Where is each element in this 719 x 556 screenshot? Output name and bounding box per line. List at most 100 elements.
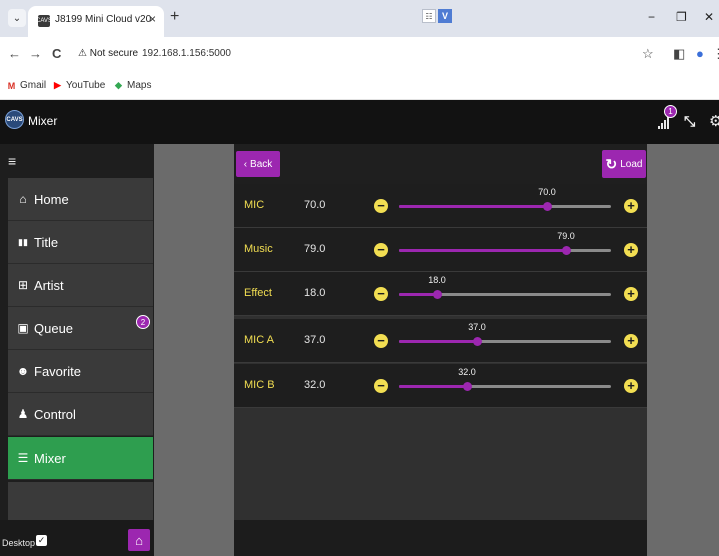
bookmarks-bar: M Gmail ▶ YouTube ◆ Maps — [0, 72, 719, 100]
grid-icon: ⊞ — [17, 278, 29, 292]
volume-slider[interactable]: 70.0 — [399, 187, 611, 211]
forward-arrow-icon[interactable]: → — [29, 47, 42, 61]
bookmark-label: Maps — [127, 80, 152, 91]
minus-circle-icon[interactable]: − — [374, 287, 388, 301]
plus-circle-icon[interactable]: + — [624, 199, 638, 213]
hamburger-menu-icon[interactable]: ≡ — [8, 153, 16, 169]
browser-navbar: ← → C ⚠ Not secure 192.168.1.156:5000 ☆ … — [0, 37, 719, 72]
minus-circle-icon[interactable]: − — [374, 334, 388, 348]
slider-thumb[interactable] — [543, 202, 552, 211]
bookmark-label: Gmail — [20, 80, 47, 91]
channel-name: MIC — [244, 199, 265, 211]
side-panel-icon[interactable]: ◧ — [673, 47, 685, 61]
notification-badge: 1 — [664, 105, 677, 118]
extension-indicator: ☷ V — [422, 9, 454, 23]
volume-slider[interactable]: 37.0 — [399, 322, 611, 346]
slider-fill — [399, 249, 566, 252]
tab-favicon-icon: CAVS — [36, 15, 52, 27]
tab-search-button[interactable]: ⌄ — [8, 9, 26, 27]
sidebar-item-label: Queue — [34, 320, 74, 336]
plus-circle-icon[interactable]: + — [624, 243, 638, 257]
sidebar-item-label: Artist — [34, 277, 64, 293]
sidebar-item-queue[interactable]: ▣ Queue — [8, 307, 153, 350]
book-icon: ▮▮ — [18, 236, 28, 247]
channel-value: 37.0 — [304, 334, 326, 346]
window-close-button[interactable]: ✕ — [704, 10, 714, 24]
back-button[interactable]: ‹ Back — [236, 151, 280, 177]
maximize-button[interactable]: ❐ — [676, 10, 687, 24]
sidebar-item-home[interactable]: ⌂ Home — [8, 178, 153, 221]
user-cog-icon: ♟ — [17, 407, 29, 421]
plus-circle-icon[interactable]: + — [624, 334, 638, 348]
browser-tab-bar: ⌄ CAVS J8199 Mini Cloud v20 × + ☷ V − ❐ … — [0, 0, 719, 37]
desktop-checkbox[interactable]: ✓ — [36, 535, 47, 546]
bookmark-maps[interactable]: ◆ Maps — [113, 80, 151, 91]
slider-value-label: 37.0 — [468, 322, 486, 332]
slider-fill — [399, 205, 547, 208]
volume-slider[interactable]: 18.0 — [399, 275, 611, 299]
channel-name: MIC B — [244, 379, 275, 391]
fullscreen-icon[interactable]: ⤡ — [684, 113, 695, 130]
gear-icon[interactable]: ⚙ — [709, 112, 719, 130]
sidebar-item-mixer[interactable]: ☰ Mixer — [8, 437, 153, 480]
slider-value-label: 70.0 — [538, 187, 556, 197]
volume-slider[interactable]: 32.0 — [399, 367, 611, 391]
star-icon[interactable]: ☆ — [642, 47, 654, 61]
bookmark-youtube[interactable]: ▶ YouTube — [52, 80, 105, 91]
panel-footer — [234, 520, 647, 556]
refresh-icon: ↻ — [605, 155, 618, 172]
minus-circle-icon[interactable]: − — [374, 199, 388, 213]
back-arrow-icon[interactable]: ← — [8, 47, 21, 61]
gmail-icon: M — [7, 80, 16, 91]
mixer-row: Effect 18.0 − 18.0 + — [234, 272, 647, 316]
signal-icon[interactable] — [658, 117, 672, 129]
home-icon: ⌂ — [19, 192, 27, 206]
channel-value: 18.0 — [304, 287, 326, 299]
sidebar-item-control[interactable]: ♟ Control — [8, 393, 153, 436]
slider-thumb[interactable] — [473, 337, 482, 346]
load-label: Load — [620, 158, 643, 170]
sidebar-item-title[interactable]: ▮▮ Title — [8, 221, 153, 264]
desktop-label: Desktop — [2, 538, 36, 548]
more-menu-icon[interactable]: ⋮ — [712, 47, 719, 61]
address-bar[interactable]: ⚠ Not secure 192.168.1.156:5000 — [74, 42, 660, 67]
plus-circle-icon[interactable]: + — [624, 379, 638, 393]
home-button[interactable]: ⌂ — [128, 529, 150, 551]
minimize-button[interactable]: − — [648, 10, 655, 24]
minus-circle-icon[interactable]: − — [374, 379, 388, 393]
channel-value: 32.0 — [304, 379, 326, 391]
sidebar-item-favorite[interactable]: ☻ Favorite — [8, 350, 153, 393]
app-header — [0, 100, 719, 144]
app-logo: CAVS — [5, 110, 24, 129]
slider-value-label: 32.0 — [458, 367, 476, 377]
grid-icon: ☷ — [422, 9, 436, 23]
security-text: Not secure — [89, 48, 139, 59]
sidebar-item-label: Control — [34, 406, 76, 422]
sliders-icon: ☰ — [17, 451, 29, 465]
plus-circle-icon[interactable]: + — [624, 287, 638, 301]
slider-thumb[interactable] — [463, 382, 472, 391]
maps-icon: ◆ — [115, 80, 122, 90]
channel-name: Music — [244, 243, 273, 255]
load-button[interactable]: ↻ Load — [602, 150, 646, 178]
minus-circle-icon[interactable]: − — [374, 243, 388, 257]
browser-tab[interactable]: CAVS J8199 Mini Cloud v20 × — [28, 6, 164, 37]
mixer-row: MIC B 32.0 − 32.0 + — [234, 364, 647, 408]
slider-value-label: 18.0 — [428, 275, 446, 285]
reload-icon[interactable]: C — [52, 47, 61, 61]
tab-close-icon[interactable]: × — [149, 12, 156, 26]
sidebar-item-artist[interactable]: ⊞ Artist — [8, 264, 153, 307]
slider-thumb[interactable] — [562, 246, 571, 255]
volume-slider[interactable]: 79.0 — [399, 231, 611, 255]
bookmark-gmail[interactable]: M Gmail — [6, 80, 46, 91]
youtube-icon: ▶ — [54, 80, 61, 90]
slider-fill — [399, 340, 477, 343]
profile-icon[interactable]: ● — [696, 47, 704, 61]
queue-count-badge: 2 — [136, 315, 150, 329]
slider-fill — [399, 385, 467, 388]
security-indicator[interactable]: ⚠ Not secure — [78, 48, 138, 59]
slider-thumb[interactable] — [433, 290, 442, 299]
channel-name: Effect — [244, 287, 272, 299]
new-tab-button[interactable]: + — [170, 9, 179, 25]
v-icon: V — [438, 9, 452, 23]
